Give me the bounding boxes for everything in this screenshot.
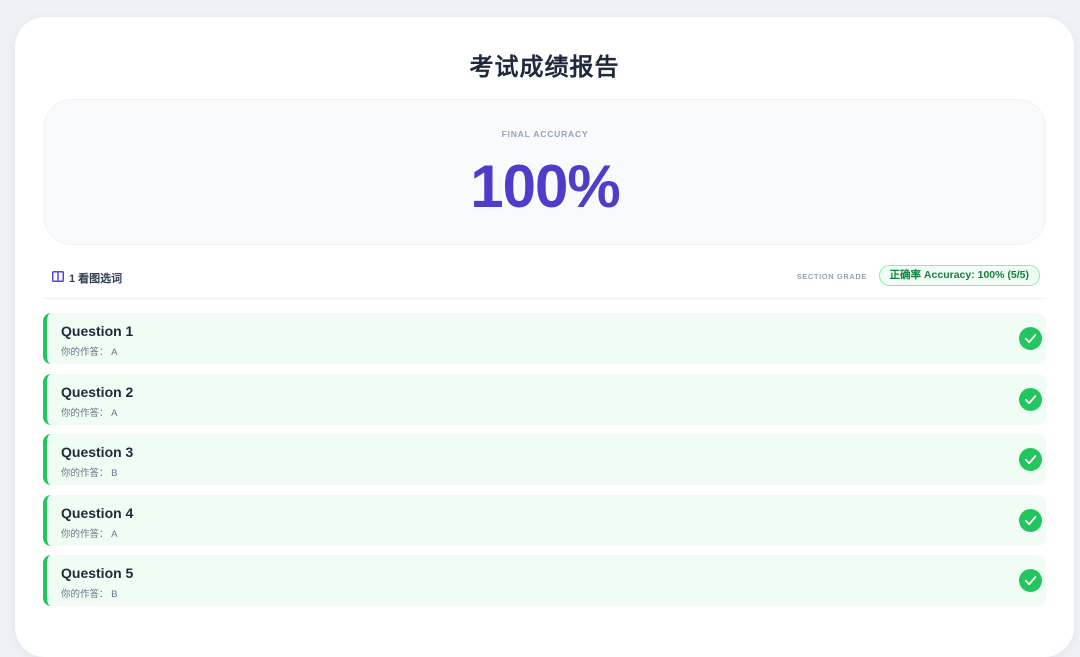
question-answer: 你的作答： A xyxy=(61,347,118,358)
question-answer: 你的作答： A xyxy=(61,407,118,419)
check-circle-icon xyxy=(1019,569,1042,592)
check-circle-icon xyxy=(1019,448,1042,471)
check-circle-icon xyxy=(1019,327,1042,350)
section-header: 1 看图选词 SECTION GRADE 正确率 Accuracy: 100% … xyxy=(44,265,1046,299)
question-list: Question 1 你的作答： A Question 2 你的作答： A Qu… xyxy=(43,313,1046,616)
question-answer: 你的作答： A xyxy=(61,528,118,540)
question-answer: 你的作答： B xyxy=(61,589,118,600)
question-title: Question 1 xyxy=(61,323,134,339)
question-item[interactable]: Question 4 你的作答： A xyxy=(43,494,1046,546)
section-title: 1 看图选词 xyxy=(69,273,123,285)
question-item[interactable]: Question 3 你的作答： B xyxy=(43,434,1046,485)
question-title: Question 5 xyxy=(61,565,134,581)
question-item[interactable]: Question 5 你的作答： B xyxy=(43,555,1046,606)
check-circle-icon xyxy=(1019,387,1042,411)
question-title: Question 2 xyxy=(61,383,134,400)
section-grade-badge: 正确率 Accuracy: 100% (5/5) xyxy=(878,265,1040,286)
final-accuracy-panel: FINAL ACCURACY 100% xyxy=(44,99,1046,245)
question-item[interactable]: Question 1 你的作答： A xyxy=(43,313,1046,364)
check-circle-icon xyxy=(1019,508,1042,532)
report-card: 考试成绩报告 FINAL ACCURACY 100% 1 看图选词 SECTIO… xyxy=(15,17,1074,657)
question-title: Question 3 xyxy=(61,444,134,460)
section-grade-label: SECTION GRADE xyxy=(796,272,867,281)
final-accuracy-value: 100% xyxy=(470,153,620,220)
question-item[interactable]: Question 2 你的作答： A xyxy=(43,373,1046,425)
page-title: 考试成绩报告 xyxy=(469,54,620,81)
question-title: Question 4 xyxy=(61,504,134,521)
book-open-icon xyxy=(52,271,64,282)
final-accuracy-label: FINAL ACCURACY xyxy=(501,129,589,139)
question-answer: 你的作答： B xyxy=(61,468,118,479)
